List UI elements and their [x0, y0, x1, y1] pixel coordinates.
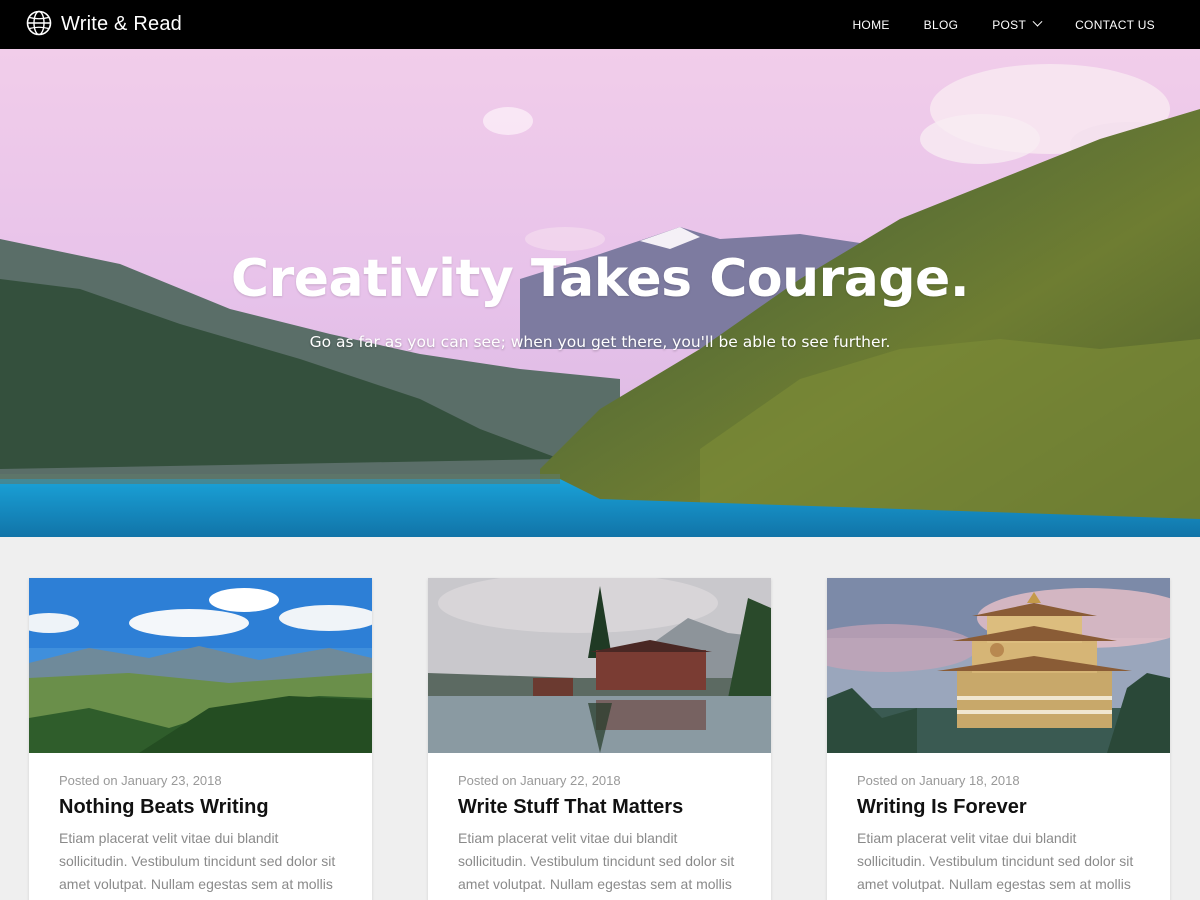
nav-item-label: HOME: [852, 17, 890, 32]
nav-item-label: POST: [992, 17, 1027, 32]
post-excerpt: Etiam placerat velit vitae dui blandit s…: [458, 830, 735, 892]
post-date: Posted on January 22, 2018: [458, 773, 621, 788]
post-date: Posted on January 18, 2018: [857, 773, 1020, 788]
nav-item-label: CONTACT US: [1075, 17, 1155, 32]
nav-item-contact-us[interactable]: CONTACT US: [1075, 18, 1155, 32]
post-card[interactable]: Posted on January 22, 2018 Write Stuff T…: [428, 578, 771, 900]
post-excerpt: Etiam placerat velit vitae dui blandit s…: [59, 830, 336, 892]
top-navbar: Write & Read HOME BLOG POST CONTACT US: [0, 0, 1200, 49]
post-card[interactable]: Posted on January 23, 2018 Nothing Beats…: [29, 578, 372, 900]
post-card[interactable]: Posted on January 18, 2018 Writing Is Fo…: [827, 578, 1170, 900]
nav-item-blog[interactable]: BLOG: [924, 18, 959, 32]
post-excerpt: Etiam placerat velit vitae dui blandit s…: [857, 830, 1134, 892]
nav-item-home[interactable]: HOME: [852, 18, 889, 32]
post-title[interactable]: Writing Is Forever: [857, 796, 1140, 819]
chevron-down-icon: [1032, 16, 1043, 27]
brand-logo-link[interactable]: Write & Read: [26, 0, 182, 49]
hero-title: Creativity Takes Courage.: [230, 249, 970, 309]
post-date: Posted on January 23, 2018: [59, 773, 222, 788]
nav-menu: HOME BLOG POST CONTACT US: [852, 0, 1155, 49]
post-title[interactable]: Nothing Beats Writing: [59, 796, 342, 819]
post-thumbnail[interactable]: [428, 578, 771, 753]
hero-subtitle: Go as far as you can see; when you get t…: [309, 333, 891, 351]
brand-name: Write & Read: [61, 13, 182, 35]
globe-icon: [26, 10, 52, 40]
post-title[interactable]: Write Stuff That Matters: [458, 796, 741, 819]
nav-item-post[interactable]: POST: [992, 16, 1043, 32]
post-thumbnail[interactable]: [827, 578, 1170, 753]
nav-item-label: BLOG: [923, 17, 959, 32]
post-thumbnail[interactable]: [29, 578, 372, 753]
hero-banner: Creativity Takes Courage. Go as far as y…: [0, 49, 1200, 537]
